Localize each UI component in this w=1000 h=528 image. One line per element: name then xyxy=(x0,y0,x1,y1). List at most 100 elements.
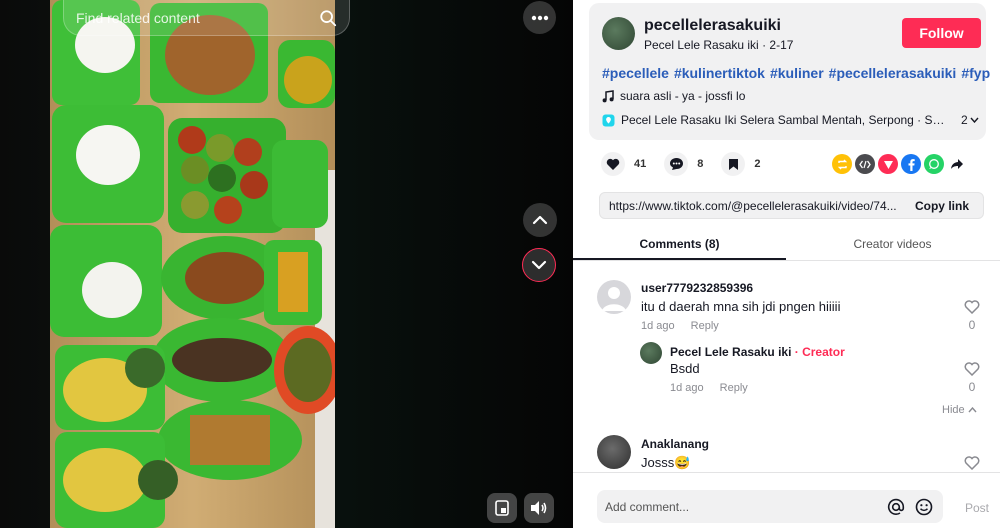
food-video-image xyxy=(50,0,335,528)
commenter-name[interactable]: user7779232859396 xyxy=(641,281,753,295)
chevron-down-icon xyxy=(531,260,547,270)
tab-comments[interactable]: Comments (8) xyxy=(573,230,786,260)
default-avatar-icon xyxy=(602,287,626,311)
reply-button[interactable]: Reply xyxy=(720,382,748,394)
hashtag-link[interactable]: #pecellele xyxy=(602,65,669,81)
hashtag-link[interactable]: #pecellelerasakuiki xyxy=(829,65,957,81)
comment-text: itu d daerah mna sih jdi pngen hiiiii xyxy=(641,299,841,314)
separator: · xyxy=(758,38,770,52)
whatsapp-icon[interactable] xyxy=(924,154,944,174)
heart-outline-icon xyxy=(964,456,980,470)
reply-author[interactable]: Pecel Lele Rasaku iki · Creator xyxy=(670,345,845,359)
location-icon xyxy=(602,114,615,126)
location-count: 2 xyxy=(961,113,968,127)
music-link[interactable]: suara asli - ya - jossfi lo xyxy=(602,89,745,103)
video-frame[interactable] xyxy=(50,0,335,528)
reply-like-count: 0 xyxy=(968,380,976,394)
follow-button[interactable]: Follow xyxy=(902,18,981,48)
reply-item: Pecel Lele Rasaku iki · Creator Bsdd 1d … xyxy=(640,342,987,398)
floating-player-icon xyxy=(495,500,509,516)
heart-icon xyxy=(601,152,625,176)
copy-link-button[interactable]: Copy link xyxy=(901,193,983,218)
location-link[interactable]: Pecel Lele Rasaku Iki Selera Sambal Ment… xyxy=(602,113,982,127)
chevron-up-icon xyxy=(532,215,548,225)
post-button[interactable]: Post xyxy=(965,501,989,515)
video-link-url[interactable]: https://www.tiktok.com/@pecellelerasakui… xyxy=(600,199,901,213)
facebook-icon[interactable] xyxy=(901,154,921,174)
comment-count: 8 xyxy=(697,158,704,170)
creator-badge: · Creator xyxy=(791,345,845,359)
volume-button[interactable] xyxy=(524,493,554,523)
save-button[interactable]: 2 xyxy=(721,152,761,176)
share-arrow-icon[interactable] xyxy=(947,154,967,174)
heart-outline-icon xyxy=(964,362,980,376)
mention-icon[interactable] xyxy=(885,496,907,518)
reply-like-button[interactable]: 0 xyxy=(964,362,980,394)
hide-label: Hide xyxy=(942,404,965,416)
send-icon[interactable] xyxy=(878,154,898,174)
more-horizontal-icon xyxy=(531,15,548,20)
comment-meta: 1d ago Reply xyxy=(641,320,719,332)
search-input[interactable]: Find related content xyxy=(63,0,350,36)
video-link-box: https://www.tiktok.com/@pecellelerasakui… xyxy=(599,192,984,219)
chevron-up-icon xyxy=(968,407,977,413)
next-video-button[interactable] xyxy=(522,248,556,282)
comment-composer: Add comment... Post xyxy=(573,472,1000,528)
hide-replies-button[interactable]: Hide xyxy=(942,404,977,416)
creator-avatar[interactable] xyxy=(640,342,662,364)
comment-input[interactable]: Add comment... xyxy=(597,490,943,523)
comment-tabs: Comments (8) Creator videos xyxy=(573,230,1000,261)
author-nickname-row: Pecel Lele Rasaku iki · 2-17 xyxy=(644,38,793,52)
author-nickname: Pecel Lele Rasaku iki xyxy=(644,38,759,52)
like-button[interactable]: 41 xyxy=(601,152,646,176)
share-options xyxy=(832,154,967,174)
comment-icon xyxy=(664,152,689,176)
commenter-name[interactable]: Anaklanang xyxy=(641,437,709,451)
repost-icon[interactable] xyxy=(832,154,852,174)
comment-like-button[interactable]: 0 xyxy=(964,300,980,332)
reply-button[interactable]: Reply xyxy=(691,320,719,332)
floating-player-button[interactable] xyxy=(487,493,517,523)
commenter-avatar[interactable] xyxy=(597,435,631,469)
reply-text: Bsdd xyxy=(670,361,700,376)
previous-video-button[interactable] xyxy=(523,203,557,237)
music-title: suara asli - ya - jossfi lo xyxy=(620,89,746,103)
author-avatar[interactable] xyxy=(602,17,635,50)
location-text: Pecel Lele Rasaku Iki Selera Sambal Ment… xyxy=(621,113,951,127)
comment-time: 1d ago xyxy=(641,320,675,332)
emoji-icon[interactable] xyxy=(913,496,935,518)
reply-meta: 1d ago Reply xyxy=(670,382,748,394)
reply-author-name: Pecel Lele Rasaku iki xyxy=(670,345,792,359)
music-note-icon xyxy=(602,89,614,102)
post-date: 2-17 xyxy=(769,38,794,52)
comment-button[interactable]: 8 xyxy=(664,152,703,176)
action-bar: 41 8 2 xyxy=(601,152,779,176)
bookmark-icon xyxy=(721,152,746,176)
hashtag-link[interactable]: #kuliner xyxy=(770,65,824,81)
like-count: 41 xyxy=(634,158,647,170)
author-username[interactable]: pecellelerasakuiki xyxy=(644,17,781,35)
tab-creator-videos[interactable]: Creator videos xyxy=(786,230,999,260)
more-button[interactable] xyxy=(523,1,556,34)
search-icon[interactable] xyxy=(319,9,337,27)
comment-placeholder: Add comment... xyxy=(605,499,690,514)
save-count: 2 xyxy=(754,158,761,170)
location-count-dropdown[interactable]: 2 xyxy=(961,113,979,127)
video-info-card: pecellelerasakuiki Pecel Lele Rasaku iki… xyxy=(589,3,990,140)
comment-item: user7779232859396 itu d daerah mna sih j… xyxy=(597,280,987,340)
hashtag-link[interactable]: #fyp xyxy=(961,65,990,81)
comment-item: Anaklanang Josss😅 xyxy=(597,435,987,472)
hashtag-link[interactable]: #kulinertiktok xyxy=(674,65,765,81)
hashtag-list: #pecellele #kulinertiktok #kuliner #pece… xyxy=(602,65,990,81)
comment-like-button[interactable] xyxy=(964,456,980,470)
search-placeholder: Find related content xyxy=(76,9,200,26)
reply-time: 1d ago xyxy=(670,382,704,394)
commenter-avatar[interactable] xyxy=(597,280,631,314)
chevron-down-icon xyxy=(970,117,979,123)
video-player[interactable]: Find related content xyxy=(0,0,573,528)
embed-icon[interactable] xyxy=(855,154,875,174)
comment-like-count: 0 xyxy=(968,318,976,332)
video-details-panel: pecellelerasakuiki Pecel Lele Rasaku iki… xyxy=(573,0,1000,528)
heart-outline-icon xyxy=(964,300,980,314)
comment-text: Josss😅 xyxy=(641,455,691,470)
